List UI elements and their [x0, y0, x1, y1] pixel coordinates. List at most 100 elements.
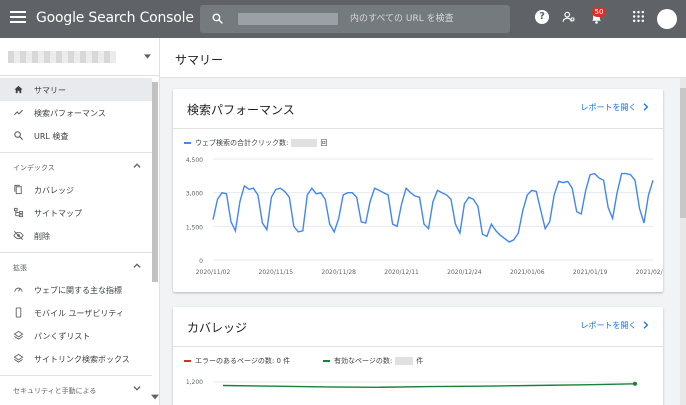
eye-off-icon: [13, 231, 24, 240]
sidebar-item-performance[interactable]: 検索パフォーマンス: [0, 101, 152, 124]
sidebar-item-sitemaps[interactable]: サイトマップ: [0, 201, 152, 224]
section-index[interactable]: インデックス: [0, 152, 152, 178]
legend-suffix: 回: [320, 139, 328, 147]
copy-icon: [14, 184, 22, 195]
scrollbar-thumb[interactable]: [680, 88, 686, 218]
sitemap-icon: [13, 207, 24, 218]
notification-count-badge: 50: [592, 7, 606, 17]
section-label: セキュリティと手動による: [13, 387, 97, 395]
y-tick-label: 3,000: [186, 191, 203, 198]
card-title: カバレッジ: [187, 321, 248, 335]
top-app-bar: Google Search Console ? 50: [0, 0, 686, 38]
x-tick-label: 2020/11/02: [196, 269, 231, 276]
sidebar-item-label: サイトマップ: [34, 209, 82, 218]
search-icon: [212, 13, 223, 24]
page-title: サマリー: [175, 53, 224, 67]
apps-grid-icon[interactable]: [632, 10, 645, 23]
layers-icon: [13, 330, 24, 340]
open-report-label: レポートを開く: [580, 103, 637, 112]
legend-swatch: [184, 360, 191, 362]
redacted-value: [291, 139, 318, 147]
sidebar-item-core-web-vitals[interactable]: ウェブに関する主な指標: [0, 278, 152, 301]
phone-icon: [15, 307, 22, 318]
x-tick-label: 2021/01/19: [573, 269, 608, 276]
y-tick-label: 0: [199, 258, 203, 265]
section-label: 拡張: [13, 264, 27, 272]
avatar[interactable]: [657, 9, 677, 29]
url-inspect-input[interactable]: [350, 10, 500, 28]
redacted-property-name: [8, 51, 116, 63]
y-tick-label: 4,500: [186, 157, 203, 164]
scroll-down-arrow-icon[interactable]: [151, 394, 159, 400]
legend-label: エラーのあるページの数: 0 件: [195, 357, 291, 365]
x-tick-label: 2020/11/28: [321, 269, 356, 276]
search-icon: [14, 131, 24, 141]
card-title: 検索パフォーマンス: [187, 103, 295, 117]
y-tick-label: 1,200: [186, 379, 203, 386]
open-report-label: レポートを開く: [580, 321, 637, 330]
chevron-right-icon: [643, 103, 649, 111]
sidebar-item-label: 削除: [34, 232, 50, 241]
legend-error: エラーのあるページの数: 0 件: [184, 356, 290, 366]
sidebar: サマリー 検索パフォーマンス URL 検査 インデックス カバレッジ サイトマッ…: [0, 38, 160, 405]
legend-valid: 有効なページの数: 件: [323, 356, 423, 366]
legend-label: 有効なページの数:: [334, 357, 393, 365]
series-line-clicks: [212, 172, 654, 243]
sidebar-item-label: モバイル ユーザビリティ: [34, 309, 124, 318]
card-divider: [173, 346, 663, 347]
redacted-property-name: [238, 13, 338, 25]
sidebar-item-mobile-usability[interactable]: モバイル ユーザビリティ: [0, 301, 152, 324]
app-title[interactable]: Google Search Console: [36, 10, 194, 26]
y-tick-label: 1,500: [186, 224, 203, 231]
sidebar-item-summary[interactable]: サマリー: [0, 78, 152, 101]
series-end-point: [633, 381, 637, 386]
sidebar-item-removals[interactable]: 削除: [0, 224, 152, 247]
x-tick-label: 2021/02/01: [636, 269, 663, 276]
legend-swatch: [323, 360, 330, 362]
x-tick-label: 2020/12/11: [384, 269, 419, 276]
series-line-valid-pages: [222, 383, 636, 389]
nav-list: サマリー 検索パフォーマンス URL 検査 インデックス カバレッジ サイトマッ…: [0, 78, 152, 401]
open-report-link[interactable]: レポートを開く: [580, 102, 649, 113]
x-tick-label: 2020/11/15: [259, 269, 294, 276]
performance-line-chart: 0 1,500 3,000 4,500 2020/11/02 2020/11/15 2020…: [186, 157, 663, 276]
card-divider: [173, 128, 663, 129]
sidebar-item-url-inspection[interactable]: URL 検査: [0, 124, 152, 147]
property-selector[interactable]: [0, 38, 159, 76]
sidebar-item-breadcrumbs[interactable]: パンくずリスト: [0, 324, 152, 347]
speed-icon: [14, 287, 23, 292]
chevron-down-icon: [133, 386, 141, 391]
main-scrollbar[interactable]: [680, 78, 686, 405]
dropdown-caret-icon: [144, 54, 151, 59]
sidebar-item-label: パンくずリスト: [34, 332, 91, 341]
coverage-line-chart: 1,200: [186, 379, 637, 389]
chart-legend: ウェブ検索の合計クリック数: 回: [184, 138, 327, 148]
redacted-value: [395, 357, 414, 365]
url-inspect-search[interactable]: [200, 5, 510, 33]
section-enhancements[interactable]: 拡張: [0, 252, 152, 278]
section-security[interactable]: セキュリティと手動による: [0, 375, 152, 401]
x-tick-label: 2021/01/06: [510, 269, 545, 276]
sidebar-item-label: 検索パフォーマンス: [34, 109, 106, 118]
section-label: インデックス: [13, 164, 55, 172]
open-report-link[interactable]: レポートを開く: [580, 320, 649, 331]
manage-users-icon[interactable]: [562, 10, 576, 24]
sidebar-item-sitelinks-searchbox[interactable]: サイトリンク検索ボックス: [0, 347, 152, 370]
sidebar-item-label: URL 検査: [34, 132, 69, 141]
chevron-up-icon: [133, 263, 141, 268]
chevron-right-icon: [643, 321, 649, 329]
sidebar-item-label: サマリー: [34, 86, 66, 95]
sidebar-item-label: カバレッジ: [34, 186, 74, 195]
sidebar-item-label: ウェブに関する主な指標: [34, 286, 122, 295]
performance-card: 検索パフォーマンス レポートを開く ウェブ検索の合計クリック数: 回 0 1,50…: [173, 89, 663, 292]
sidebar-item-label: サイトリンク検索ボックス: [34, 355, 130, 364]
page-header: サマリー: [160, 38, 686, 78]
hamburger-icon[interactable]: [10, 11, 26, 25]
trending-icon: [13, 109, 24, 116]
sidebar-item-coverage[interactable]: カバレッジ: [0, 178, 152, 201]
help-icon[interactable]: ?: [535, 10, 549, 24]
layers-icon: [13, 353, 24, 363]
chevron-up-icon: [133, 163, 141, 168]
sidebar-scrollbar[interactable]: [152, 82, 158, 282]
coverage-card: カバレッジ レポートを開く エラーのあるページの数: 0 件 有効なページの数:…: [173, 307, 663, 405]
